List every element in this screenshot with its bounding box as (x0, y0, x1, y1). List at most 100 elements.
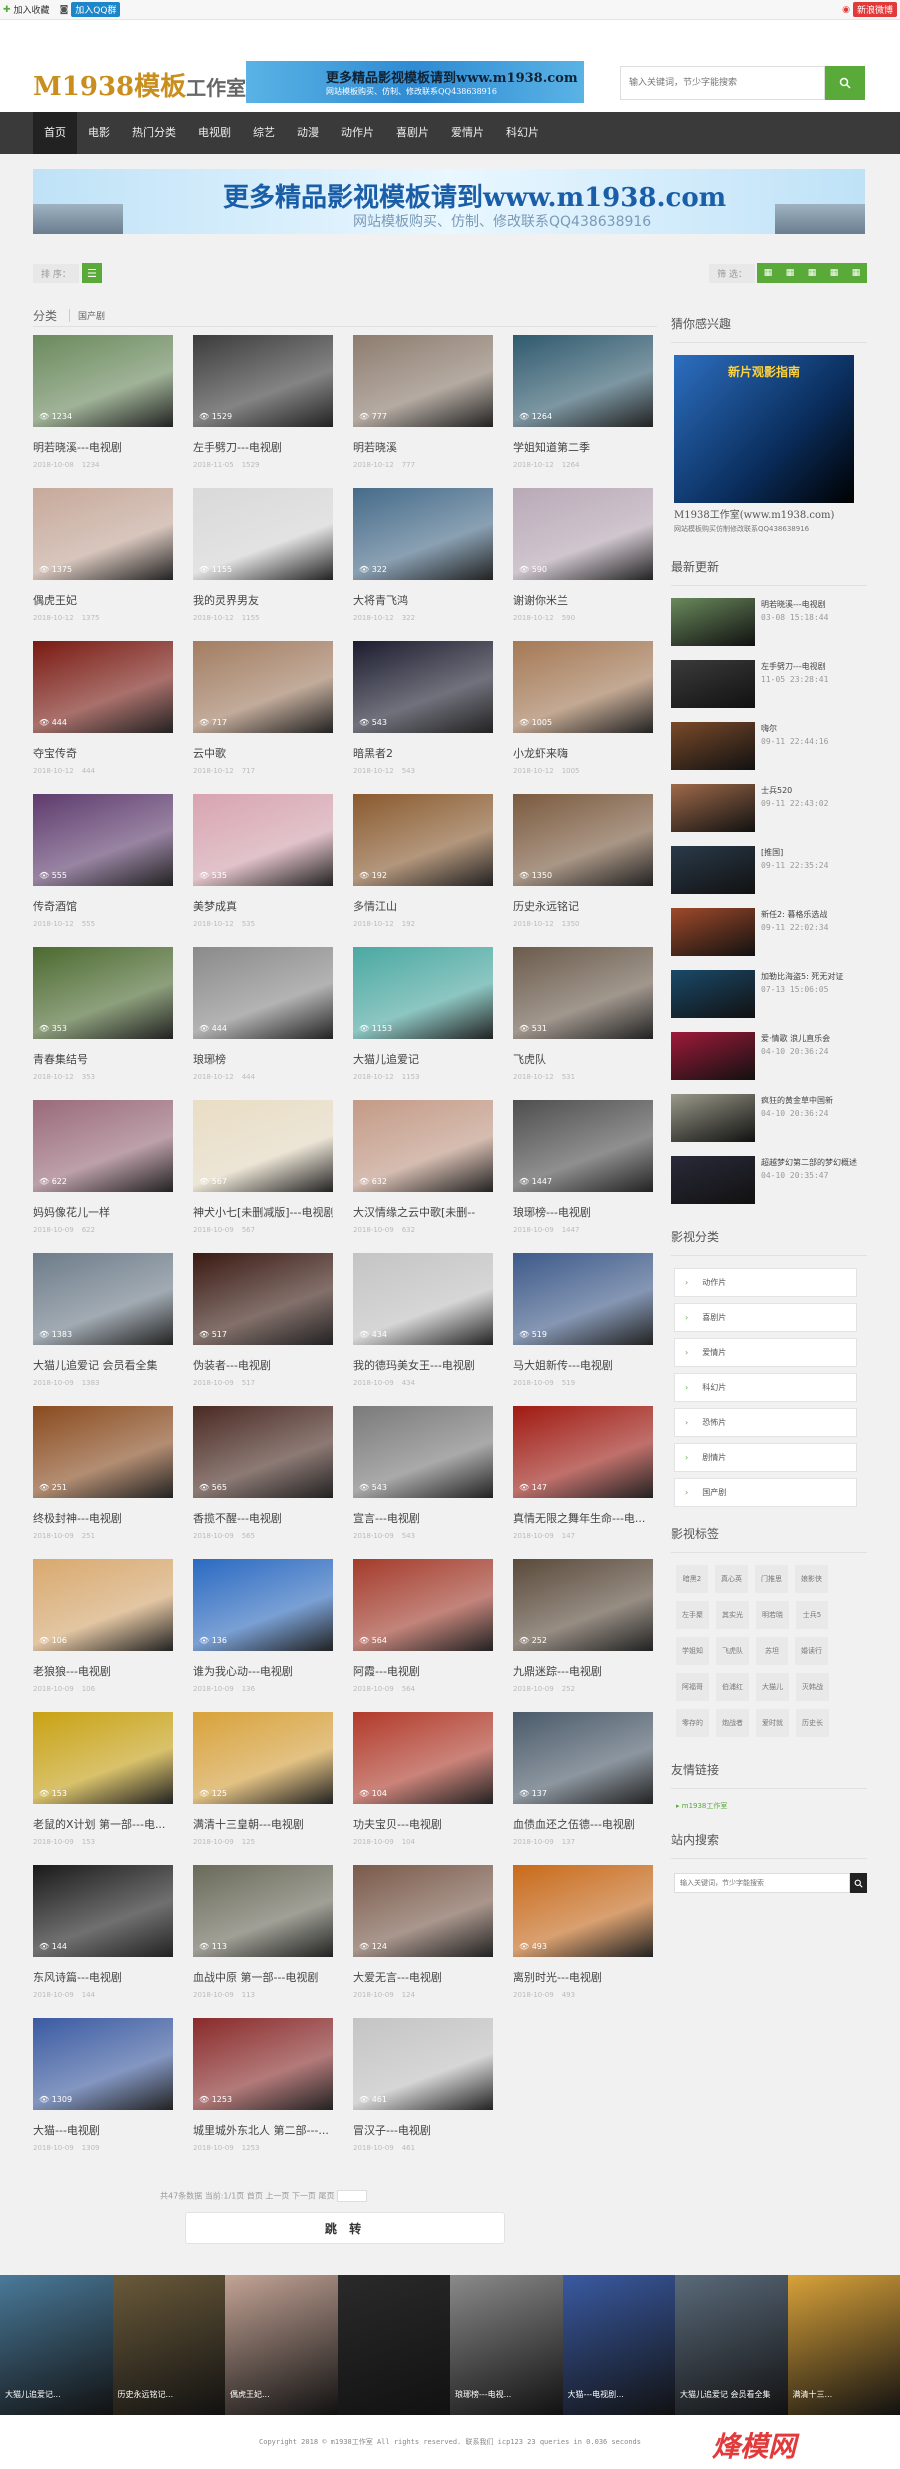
sidebar-ad-image[interactable]: 新片观影指南 (674, 355, 854, 503)
tag[interactable]: 苏坦 (756, 1637, 788, 1665)
video-title[interactable]: 偶虎王妃 (33, 592, 173, 608)
video-title[interactable]: 大汉情缘之云中歌[未删-- (353, 1204, 493, 1220)
sidebar-category[interactable]: › 喜剧片 (674, 1303, 857, 1332)
video-thumbnail[interactable]: 👁 590 (513, 488, 653, 580)
video-thumbnail[interactable]: 👁 461 (353, 2018, 493, 2110)
tag[interactable]: 灭韩战 (796, 1673, 829, 1701)
video-title[interactable]: 大将青飞鸿 (353, 592, 493, 608)
nav-item[interactable]: 综艺 (242, 112, 286, 154)
sidebar-category[interactable]: › 科幻片 (674, 1373, 857, 1402)
latest-title[interactable]: 疯狂的黄金草中国新 (761, 1094, 833, 1107)
video-thumbnail[interactable]: 👁 444 (33, 641, 173, 733)
video-card[interactable]: 👁 104 功夫宝贝---电视剧 2018-10-09 104 (353, 1712, 493, 1865)
sidebar-category[interactable]: › 剧情片 (674, 1443, 857, 1472)
video-card[interactable]: 👁 461 冒汉子---电视剧 2018-10-09 461 (353, 2018, 493, 2171)
latest-title[interactable]: 爱·情歌 浪儿直乐会 (761, 1032, 830, 1045)
nav-item[interactable]: 电影 (77, 112, 121, 154)
video-thumbnail[interactable]: 👁 444 (193, 947, 333, 1039)
video-title[interactable]: 谁为我心动---电视剧 (193, 1663, 333, 1679)
video-title[interactable]: 马大姐新传---电视剧 (513, 1357, 653, 1373)
tag[interactable]: 炮战者 (716, 1709, 749, 1737)
latest-item[interactable]: 左手劈刀---电视剧 11-05 23:28:41 (671, 660, 867, 722)
video-card[interactable]: 👁 519 马大姐新传---电视剧 2018-10-09 519 (513, 1253, 653, 1406)
latest-title[interactable]: 超越梦幻第二部的梦幻概述 (761, 1156, 857, 1169)
video-thumbnail[interactable]: 👁 632 (353, 1100, 493, 1192)
nav-item[interactable]: 动作片 (330, 112, 385, 154)
video-card[interactable]: 👁 144 东风诗篇---电视剧 2018-10-09 144 (33, 1865, 173, 2018)
nav-item[interactable]: 热门分类 (121, 112, 187, 154)
video-card[interactable]: 👁 434 我的德玛美女王---电视剧 2018-10-09 434 (353, 1253, 493, 1406)
tag[interactable]: 暗黑2 (676, 1565, 708, 1593)
latest-thumbnail[interactable] (671, 1032, 755, 1080)
video-card[interactable]: 👁 1375 偶虎王妃 2018-10-12 1375 (33, 488, 173, 641)
video-card[interactable]: 👁 353 青春集结号 2018-10-12 353 (33, 947, 173, 1100)
video-thumbnail[interactable]: 👁 136 (193, 1559, 333, 1651)
video-title[interactable]: 血战中原 第一部---电视剧 (193, 1969, 333, 1985)
video-title[interactable]: 宣言---电视剧 (353, 1510, 493, 1526)
tag[interactable]: 婚读行 (795, 1637, 828, 1665)
search-button[interactable] (825, 66, 865, 100)
video-thumbnail[interactable]: 👁 1529 (193, 335, 333, 427)
video-thumbnail[interactable]: 👁 531 (513, 947, 653, 1039)
list-view-button[interactable]: ☰ (81, 263, 102, 283)
video-title[interactable]: 琅琊榜 (193, 1051, 333, 1067)
video-card[interactable]: 👁 153 老鼠的X计划 第一部---电... 2018-10-09 153 (33, 1712, 173, 1865)
video-title[interactable]: 大猫儿追爱记 会员看全集 (33, 1357, 173, 1373)
page-input[interactable] (337, 2190, 368, 2202)
video-thumbnail[interactable]: 👁 1155 (193, 488, 333, 580)
video-thumbnail[interactable]: 👁 777 (353, 335, 493, 427)
video-thumbnail[interactable]: 👁 543 (353, 1406, 493, 1498)
latest-item[interactable]: 明若晓溪---电视剧 03-08 15:18:44 (671, 598, 867, 660)
video-card[interactable]: 👁 590 谢谢你米兰 2018-10-12 590 (513, 488, 653, 641)
video-title[interactable]: 大猫儿追爱记 (353, 1051, 493, 1067)
tag[interactable]: 阿福哥 (676, 1673, 709, 1701)
video-title[interactable]: 满清十三皇朝---电视剧 (193, 1816, 333, 1832)
video-thumbnail[interactable]: 👁 622 (33, 1100, 173, 1192)
video-card[interactable]: 👁 1234 明若晓溪---电视剧 2018-10-08 1234 (33, 335, 173, 488)
video-card[interactable]: 👁 444 琅琊榜 2018-10-12 444 (193, 947, 333, 1100)
video-card[interactable]: 👁 106 老狼狼---电视剧 2018-10-09 106 (33, 1559, 173, 1712)
latest-thumbnail[interactable] (671, 722, 755, 770)
carousel-item[interactable]: 琅琊榜---电视... (450, 2275, 563, 2415)
video-title[interactable]: 我的灵界男友 (193, 592, 333, 608)
tag[interactable]: 其实光 (716, 1601, 749, 1629)
carousel-item[interactable] (337, 2275, 450, 2415)
video-title[interactable]: 明若晓溪---电视剧 (33, 439, 173, 455)
video-thumbnail[interactable]: 👁 543 (353, 641, 493, 733)
video-card[interactable]: 👁 567 神犬小七[未删减版]---电视剧 2018-10-09 567 (193, 1100, 333, 1253)
video-title[interactable]: 学姐知道第二季 (513, 439, 653, 455)
view-mode-buttons[interactable]: ▦ ▦ ▦ ▦ ▦ (757, 263, 867, 283)
video-title[interactable]: 东风诗篇---电视剧 (33, 1969, 173, 1985)
latest-title[interactable]: 加勒比海盗5: 死无对证 (761, 970, 843, 983)
video-title[interactable]: 传奇酒馆 (33, 898, 173, 914)
video-card[interactable]: 👁 1253 城里城外东北人 第二部---... 2018-10-09 1253 (193, 2018, 333, 2171)
tag[interactable]: 爱时就 (756, 1709, 789, 1737)
jump-button[interactable]: 跳 转 (185, 2212, 505, 2244)
video-card[interactable]: 👁 1153 大猫儿追爱记 2018-10-12 1153 (353, 947, 493, 1100)
video-card[interactable]: 👁 1155 我的灵界男友 2018-10-12 1155 (193, 488, 333, 641)
video-title[interactable]: 小龙虾来嗨 (513, 745, 653, 761)
video-title[interactable]: 老鼠的X计划 第一部---电... (33, 1816, 173, 1832)
video-card[interactable]: 👁 493 离别时光---电视剧 2018-10-09 493 (513, 1865, 653, 2018)
tag[interactable]: 飞虎队 (716, 1637, 749, 1665)
video-thumbnail[interactable]: 👁 1447 (513, 1100, 653, 1192)
video-title[interactable]: 左手劈刀---电视剧 (193, 439, 333, 455)
tag[interactable]: 真心英 (715, 1565, 748, 1593)
tag[interactable]: 明若晓 (756, 1601, 789, 1629)
latest-thumbnail[interactable] (671, 908, 755, 956)
carousel-item[interactable]: 大猫儿追爱记 会员看全集 (675, 2275, 788, 2415)
latest-title[interactable]: 士兵520 (761, 784, 828, 797)
latest-item[interactable]: [推国] 09-11 22:35:24 (671, 846, 867, 908)
sidebar-search-input[interactable] (674, 1873, 850, 1893)
video-card[interactable]: 👁 717 云中歌 2018-10-12 717 (193, 641, 333, 794)
video-card[interactable]: 👁 322 大将青飞鸿 2018-10-12 322 (353, 488, 493, 641)
sidebar-search-button[interactable] (849, 1873, 867, 1893)
tag[interactable]: 门推思 (755, 1565, 788, 1593)
video-title[interactable]: 云中歌 (193, 745, 333, 761)
carousel-item[interactable]: 大猫儿追爱记... (0, 2275, 113, 2415)
video-title[interactable]: 大爱无言---电视剧 (353, 1969, 493, 1985)
video-card[interactable]: 👁 251 终极封神---电视剧 2018-10-09 251 (33, 1406, 173, 1559)
carousel-item[interactable]: 大猫---电视剧... (562, 2275, 675, 2415)
video-thumbnail[interactable]: 👁 493 (513, 1865, 653, 1957)
video-card[interactable]: 👁 124 大爱无言---电视剧 2018-10-09 124 (353, 1865, 493, 2018)
